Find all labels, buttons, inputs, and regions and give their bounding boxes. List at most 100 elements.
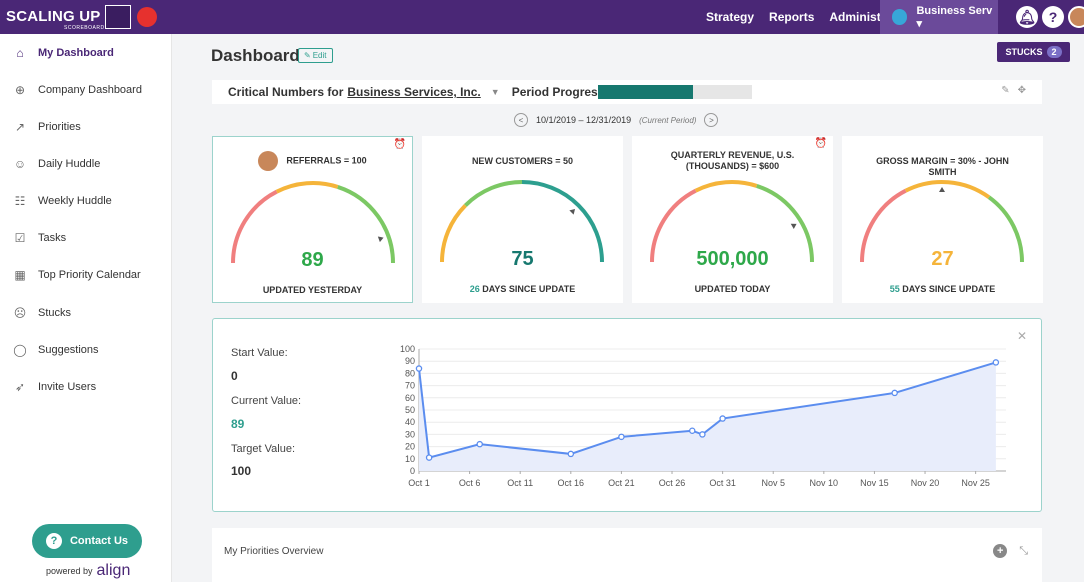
powered-by-label: powered by [46,566,93,576]
edit-dashboard-button[interactable]: ✎ Edit [298,48,333,63]
add-icon[interactable]: + [993,544,1008,558]
business-switcher-label: Business Serv ▾ [916,4,993,30]
sidebar-item-label: My Dashboard [38,47,114,59]
pencil-icon[interactable]: ✎ [1001,85,1009,96]
card-footer: UPDATED YESTERDAY [213,285,412,295]
business-link[interactable]: Business Services, Inc. [347,85,480,99]
y-tick-label: 20 [405,442,415,452]
help-icon[interactable]: ? [1042,6,1064,28]
days-count: 55 [889,284,900,294]
gauge-needle [377,236,384,243]
card-title: REFERRALS = 100 [213,151,412,171]
business-logo-icon [892,9,908,25]
data-point [719,415,726,422]
y-tick-label: 40 [405,417,415,427]
priorities-overview-panel: My Priorities Overview + ⤡ [212,528,1042,582]
sidebar-item-daily-huddle[interactable]: ☺ Daily Huddle [0,149,172,179]
gauge-arc-segment [464,180,523,207]
sidebar-item-stucks[interactable]: ☹ Stucks [0,298,172,328]
data-point [567,450,575,458]
bell-icon[interactable]: 🔔︎ [1016,6,1038,28]
card-title-text: QUARTERLY REVENUE, U.S. (THOUSANDS) = $6… [670,150,795,171]
data-point [689,427,696,434]
nav-reports[interactable]: Reports [769,10,814,24]
alarm-clock-icon[interactable]: ⏰ [394,139,406,150]
y-tick-label: 10 [405,454,415,464]
sidebar-item-label: Invite Users [38,381,97,393]
send-icon: ➶ [14,380,26,394]
data-point [891,389,898,397]
sidebar-item-top-priority-calendar[interactable]: ▦ Top Priority Calendar [0,260,172,290]
critical-number-card[interactable]: ⏰ REFERRALS = 100 89 UPDATED YESTERDAY [212,136,413,303]
card-footer-text: UPDATED TODAY [694,284,771,294]
sidebar-item-company-dashboard[interactable]: ⊕ Company Dashboard [0,75,172,105]
contact-us-button[interactable]: ? Contact Us [32,524,142,558]
x-tick-label: Oct 26 [659,478,686,488]
x-tick-label: Nov 25 [961,478,990,488]
contact-us-label: Contact Us [69,535,129,547]
gauge-arc-segment [275,181,339,194]
edit-label: Edit [312,51,327,60]
period-progress-bar [598,85,752,99]
period-range: 10/1/2019 – 12/31/2019 [536,115,632,125]
target-value-label: Target Value: [231,443,296,455]
y-tick-label: 60 [405,393,415,403]
period-progress-fill [598,85,694,99]
chevron-down-icon[interactable]: ▼ [491,87,500,97]
critical-numbers-label: Critical Numbers for [228,85,344,99]
business-switcher[interactable]: Business Serv ▾ [880,0,998,34]
gauge-arc-segment [694,180,758,193]
start-value: 0 [231,369,238,383]
y-tick-label: 80 [405,368,415,378]
trend-icon: ↗ [14,120,26,134]
y-tick-label: 70 [405,381,415,391]
card-footer-text: UPDATED YESTERDAY [262,285,363,295]
period-selector: < 10/1/2019 – 12/31/2019 (Current Period… [514,113,719,127]
card-footer: UPDATED TODAY [632,284,833,294]
start-value-label: Start Value: [231,347,288,359]
collapse-icon[interactable]: ⤡ [1019,545,1028,558]
logo-subtext: SCOREBOARD [64,25,105,31]
sidebar-item-label: Stucks [38,307,72,319]
x-tick-label: Oct 16 [558,478,585,488]
period-progress-label: Period Progress: [511,85,609,99]
powered-by: powered by align [46,562,130,580]
current-value-label: Current Value: [231,395,302,407]
sidebar-item-my-dashboard[interactable]: ⌂ My Dashboard [0,38,172,68]
stucks-count-badge: 2 [1046,46,1062,58]
series-area [419,362,996,471]
sidebar-item-weekly-huddle[interactable]: ☷ Weekly Huddle [0,186,172,216]
next-period-icon[interactable]: > [704,113,719,127]
nav-strategy[interactable]: Strategy [706,10,754,24]
stucks-label: STUCKS [1005,47,1043,57]
move-icon[interactable]: ✥ [1018,85,1026,96]
sidebar-item-invite-users[interactable]: ➶ Invite Users [0,372,172,402]
prev-period-icon[interactable]: < [514,113,528,127]
x-tick-label: Oct 21 [608,478,635,488]
calendar-icon: ▦ [14,268,26,282]
sidebar-item-priorities[interactable]: ↗ Priorities [0,112,172,142]
critical-number-card[interactable]: GROSS MARGIN = 30% - JOHN SMITH 27 55 DAYS… [842,136,1043,303]
owner-avatar [258,151,279,171]
pencil-icon: ✎ [304,51,311,60]
x-tick-label: Oct 6 [459,478,481,488]
sidebar-item-label: Suggestions [38,344,99,356]
card-title-text: NEW CUSTOMERS = 50 [471,156,574,166]
critical-number-card[interactable]: NEW CUSTOMERS = 50 75 26 DAYS SINCE UPDATE [422,136,623,303]
logo-chart-icon [104,5,131,29]
alarm-clock-icon[interactable]: ⏰ [815,138,827,149]
sidebar-item-tasks[interactable]: ☑ Tasks [0,223,172,253]
sidebar-item-label: Daily Huddle [38,158,101,170]
period-note: (Current Period) [639,115,697,125]
critical-number-card[interactable]: ⏰ QUARTERLY REVENUE, U.S. (THOUSANDS) = $… [632,136,833,303]
user-avatar[interactable] [1068,6,1084,28]
data-point [699,431,706,438]
app-logo[interactable]: SCALING UP SCOREBOARD [6,4,157,31]
top-nav-bar: SCALING UP SCOREBOARD Strategy Reports A… [0,0,1084,34]
y-tick-label: 0 [410,466,415,476]
stucks-button[interactable]: STUCKS 2 [997,42,1070,62]
brand-mark-icon [136,7,157,27]
sidebar-item-suggestions[interactable]: ◯ Suggestions [0,335,172,365]
sidebar-item-label: Top Priority Calendar [38,269,141,281]
target-value: 100 [231,464,252,478]
